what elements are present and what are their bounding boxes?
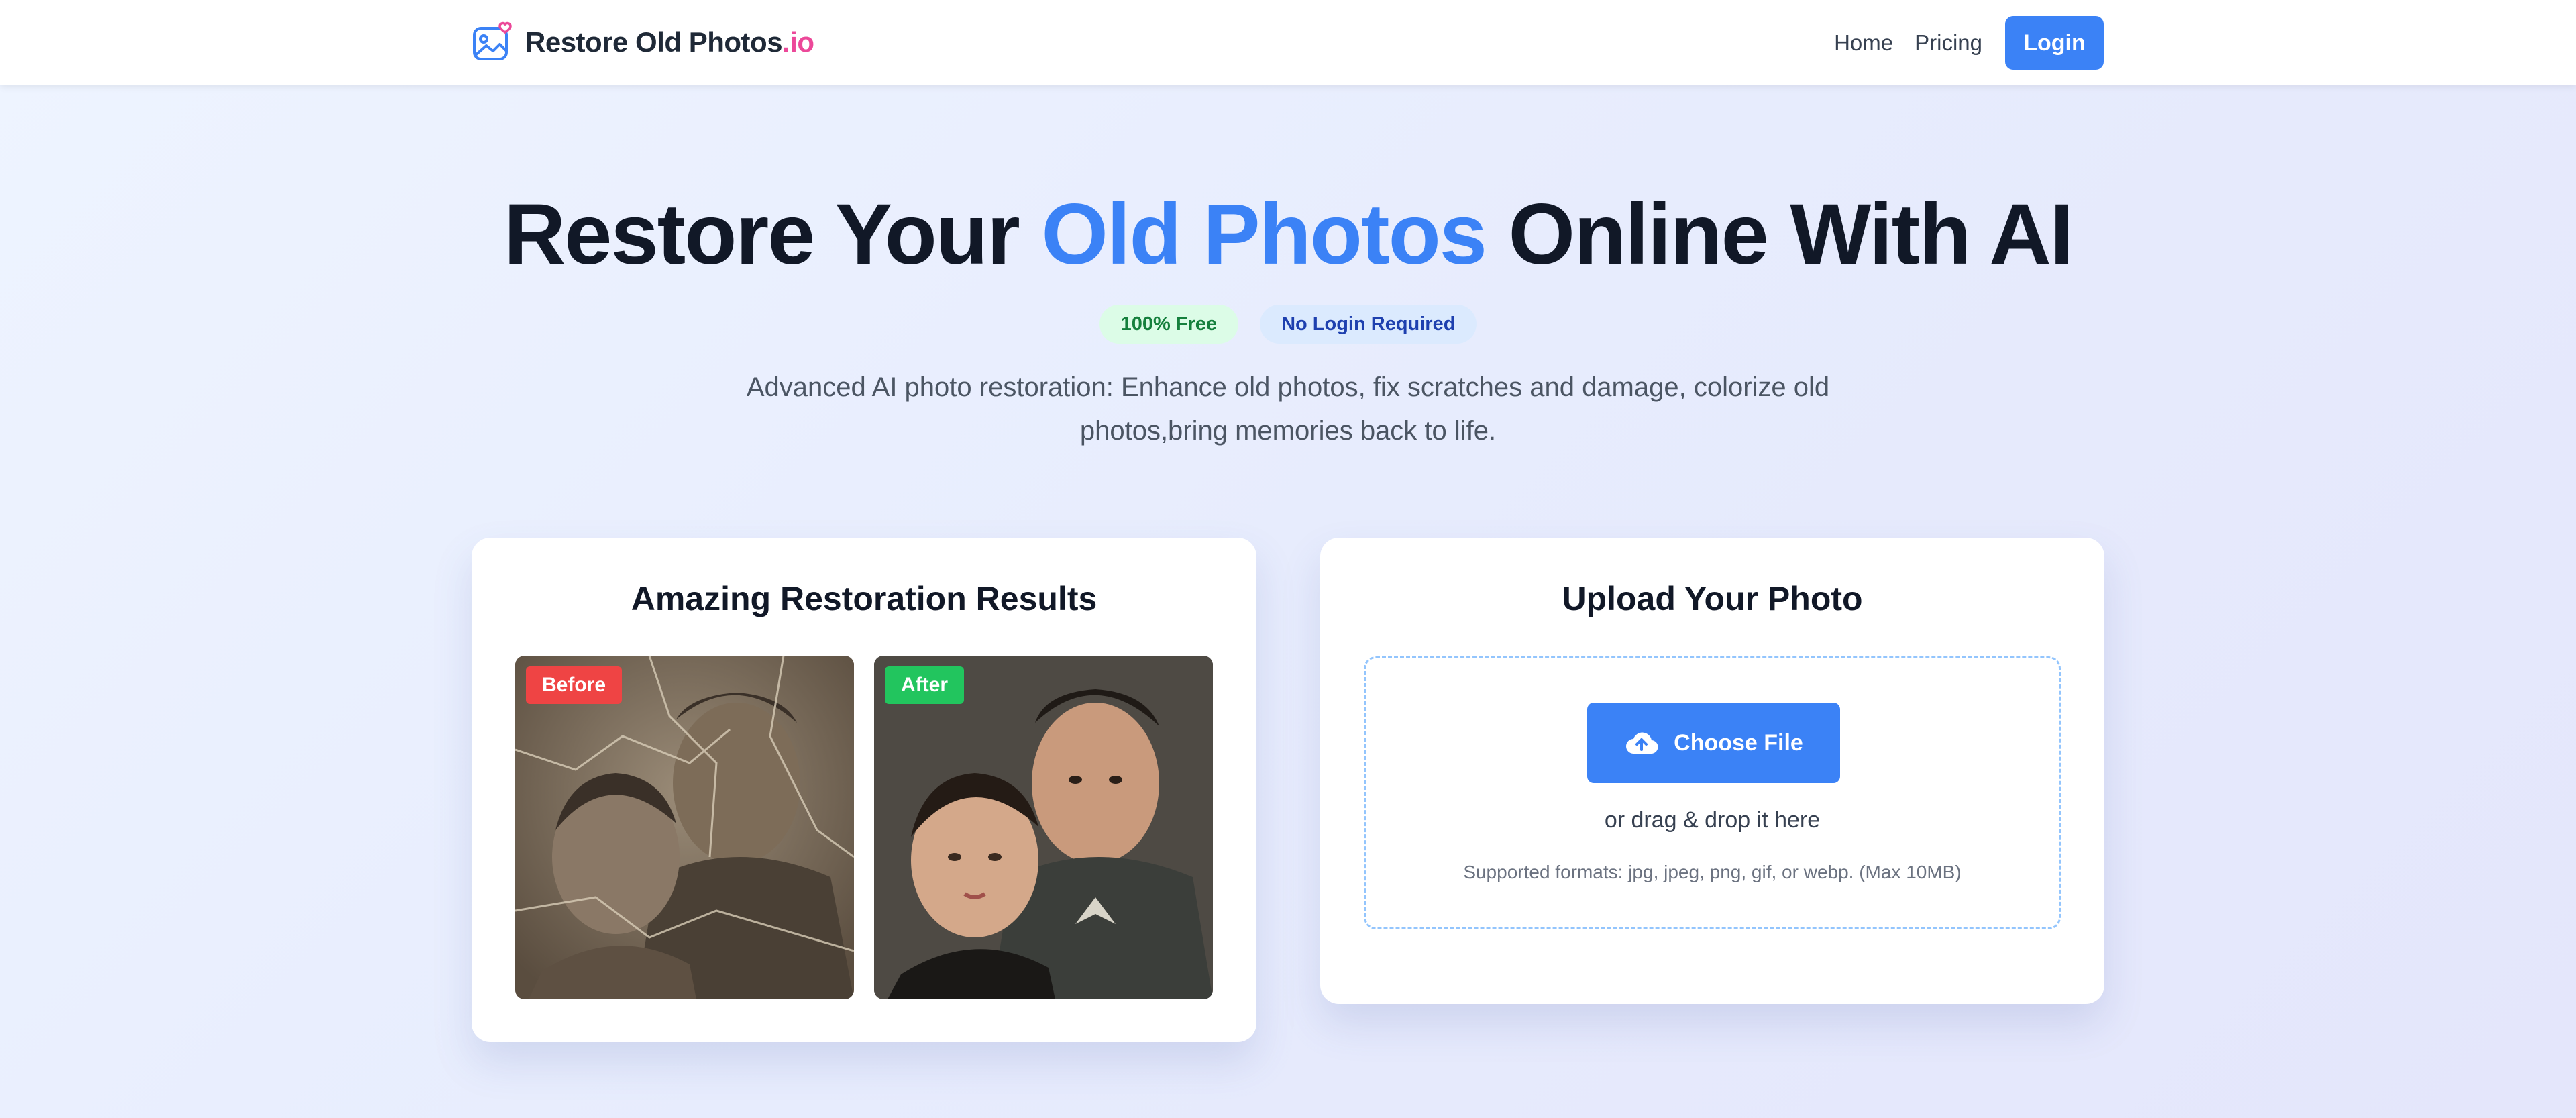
upload-card: Upload Your Photo Choose File or drag & … xyxy=(1320,538,2104,1004)
after-photo-image xyxy=(874,656,1213,999)
choose-file-button[interactable]: Choose File xyxy=(1587,703,1840,783)
before-label: Before xyxy=(526,666,623,704)
results-title: Amazing Restoration Results xyxy=(631,580,1097,617)
after-photo: After xyxy=(874,656,1213,999)
before-photo-image xyxy=(515,656,854,999)
hero-title-accent: Old Photos xyxy=(1041,187,1487,283)
no-login-badge: No Login Required xyxy=(1260,305,1477,344)
free-badge: 100% Free xyxy=(1099,305,1239,344)
hero-title-part1: Restore Your xyxy=(503,187,1042,283)
file-dropzone[interactable]: Choose File or drag & drop it here Suppo… xyxy=(1364,656,2061,929)
drag-drop-text: or drag & drop it here xyxy=(1604,807,1821,833)
cloud-upload-icon xyxy=(1626,732,1658,754)
supported-formats-text: Supported formats: jpg, jpeg, png, gif, … xyxy=(1463,862,1962,882)
photo-heart-icon xyxy=(473,21,512,60)
logo-tld: .io xyxy=(782,26,814,58)
after-label: After xyxy=(885,666,965,704)
hero-title: Restore Your Old Photos Online With AI xyxy=(0,185,2576,285)
logo-text: Restore Old Photos.io xyxy=(525,26,814,58)
feature-badges: 100% Free No Login Required xyxy=(0,305,2576,344)
hero-title-part2: Online With AI xyxy=(1485,187,2074,283)
site-header: Restore Old Photos.io Home Pricing Login xyxy=(0,0,2576,85)
logo[interactable]: Restore Old Photos.io xyxy=(472,19,814,66)
logo-name: Restore Old Photos xyxy=(525,26,783,58)
nav-pricing-link[interactable]: Pricing xyxy=(1915,30,1982,56)
main-nav: Home Pricing Login xyxy=(1834,16,2104,70)
hero-subtitle: Advanced AI photo restoration: Enhance o… xyxy=(746,372,1830,446)
upload-title: Upload Your Photo xyxy=(1562,580,1863,617)
nav-home-link[interactable]: Home xyxy=(1834,30,1893,56)
choose-file-label: Choose File xyxy=(1674,729,1803,756)
results-card: Amazing Restoration Results Before After xyxy=(472,538,1256,1042)
before-photo: Before xyxy=(515,656,854,999)
login-button[interactable]: Login xyxy=(2005,16,2104,70)
